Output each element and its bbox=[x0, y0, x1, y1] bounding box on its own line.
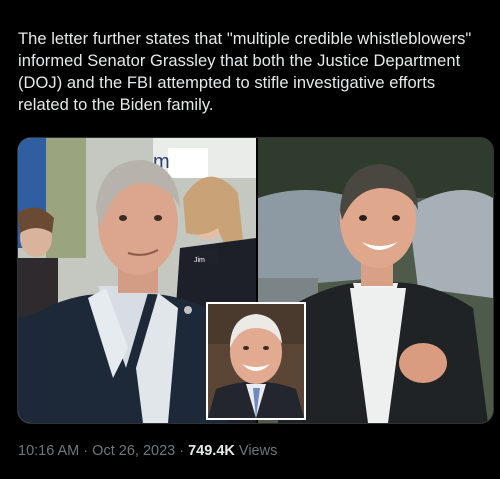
tweet-media[interactable]: m Jim bbox=[17, 137, 494, 424]
tweet-time-link[interactable]: 10:16 AM bbox=[18, 441, 79, 461]
tweet-meta: 10:16 AM · Oct 26, 2023 · 749.4K Views bbox=[18, 441, 277, 461]
tweet-container: The letter further states that "multiple… bbox=[0, 0, 500, 479]
sign-name-text: Jim bbox=[194, 257, 205, 264]
meta-separator: · bbox=[179, 443, 185, 459]
tweet-date-link[interactable]: Oct 26, 2023 bbox=[92, 441, 175, 461]
views-label: Views bbox=[238, 443, 278, 459]
tweet-text: The letter further states that "multiple… bbox=[18, 30, 472, 114]
views-count: 749.4K bbox=[188, 443, 235, 459]
meta-separator: · bbox=[83, 443, 89, 459]
media-inset-photo[interactable] bbox=[206, 302, 306, 420]
inset-photo-scene bbox=[208, 304, 304, 418]
